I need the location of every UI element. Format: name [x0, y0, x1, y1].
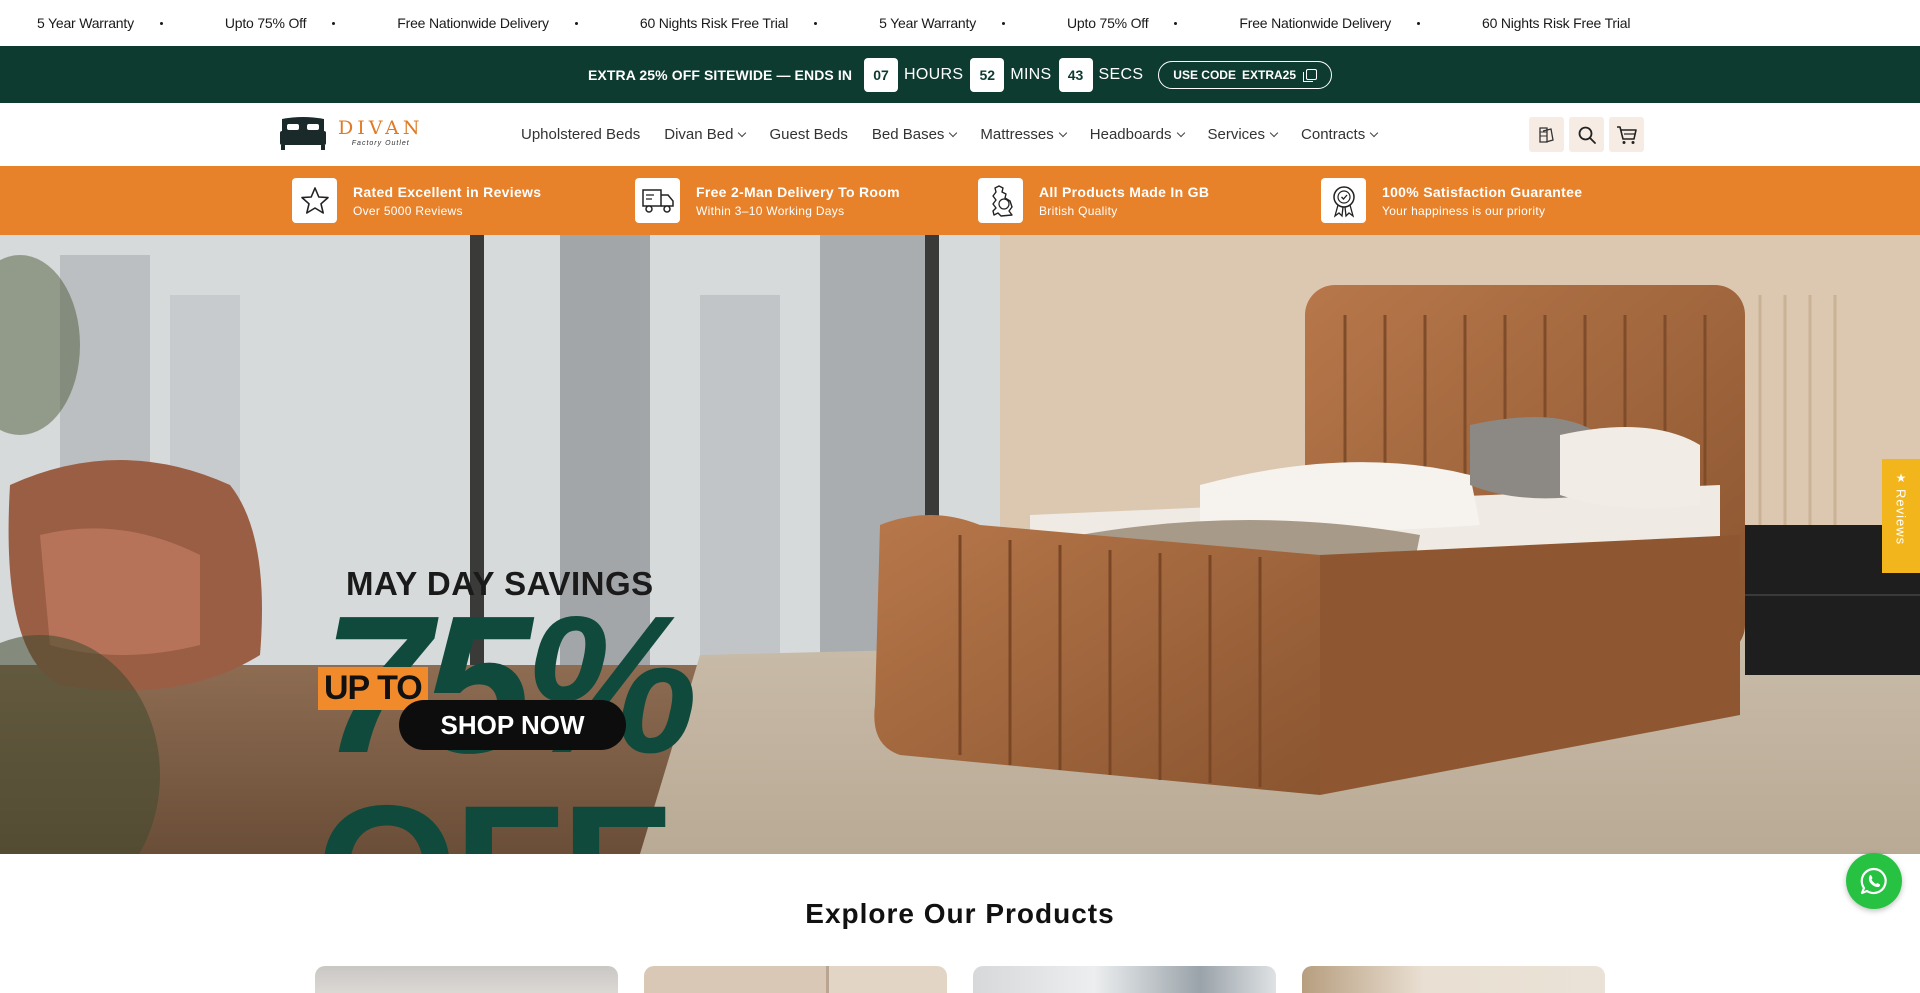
copy-icon: [1303, 69, 1318, 82]
search-button[interactable]: [1569, 117, 1604, 152]
cart-button[interactable]: [1609, 117, 1644, 152]
separator-dot: [1002, 21, 1006, 25]
product-card[interactable]: [1302, 966, 1605, 993]
chevron-down-icon: [738, 128, 747, 137]
usp-title: All Products Made In GB: [1039, 183, 1210, 200]
separator-dot: [814, 21, 818, 25]
marquee-item: Free Nationwide Delivery: [1239, 15, 1482, 31]
usp-item-made-in-gb: All Products Made In GB British Quality: [978, 178, 1321, 223]
usp-title: Rated Excellent in Reviews: [353, 183, 542, 200]
hero-bedroom-image: [0, 235, 1920, 854]
nav-services[interactable]: Services: [1208, 126, 1279, 143]
header-actions: [1529, 117, 1644, 152]
nav-upholstered-beds[interactable]: Upholstered Beds: [521, 126, 640, 143]
product-card[interactable]: [973, 966, 1276, 993]
chevron-down-icon: [1176, 128, 1185, 137]
copy-code-button[interactable]: USE CODE EXTRA25: [1158, 60, 1333, 89]
site-logo[interactable]: DIVAN Factory Outlet: [278, 115, 424, 151]
nav-headboards[interactable]: Headboards: [1090, 126, 1185, 143]
separator-dot: [574, 21, 578, 25]
whatsapp-icon: [1860, 867, 1887, 895]
reviews-tab-label: Reviews: [1893, 489, 1909, 546]
nav-guest-beds[interactable]: Guest Beds: [769, 126, 847, 143]
site-header: DIVAN Factory Outlet Upholstered Beds Di…: [0, 103, 1920, 166]
usp-item-delivery: Free 2-Man Delivery To Room Within 3–10 …: [635, 178, 978, 223]
usp-subtitle: British Quality: [1039, 203, 1118, 218]
nav-mattresses[interactable]: Mattresses: [980, 126, 1068, 143]
cart-icon: [1616, 125, 1637, 144]
product-card[interactable]: [644, 966, 947, 993]
marquee-item: 5 Year Warranty: [879, 15, 1067, 31]
gb-map-icon: [978, 178, 1023, 223]
logo-tagline: Factory Outlet: [351, 140, 410, 147]
usp-subtitle: Over 5000 Reviews: [353, 203, 463, 218]
product-cards: [315, 966, 1605, 993]
nav-divan-bed[interactable]: Divan Bed: [664, 126, 747, 143]
usp-subtitle: Within 3–10 Working Days: [696, 203, 845, 218]
separator-dot: [332, 21, 336, 25]
promo-text: EXTRA 25% OFF SITEWIDE — ENDS IN: [587, 66, 853, 83]
fabric-swatch-button[interactable]: [1529, 117, 1564, 152]
fabric-swatch-icon: [1538, 126, 1554, 143]
guarantee-badge-icon: [1321, 178, 1366, 223]
announcement-marquee: 5 Year Warranty Upto 75% Off Free Nation…: [0, 0, 1920, 46]
star-icon: ★: [1895, 471, 1907, 485]
promo-code: EXTRA25: [1241, 67, 1297, 82]
chevron-down-icon: [1058, 128, 1068, 137]
countdown-mins: 52: [970, 57, 1005, 92]
chevron-down-icon: [1269, 128, 1279, 137]
search-icon: [1578, 126, 1596, 144]
countdown-secs-label: SECS: [1098, 65, 1144, 83]
countdown-secs: 43: [1058, 57, 1093, 92]
usp-bar: Rated Excellent in Reviews Over 5000 Rev…: [0, 166, 1920, 235]
promo-countdown-bar: EXTRA 25% OFF SITEWIDE — ENDS IN 07 HOUR…: [0, 46, 1920, 103]
countdown-mins-label: MINS: [1010, 65, 1052, 83]
usp-item-guarantee: 100% Satisfaction Guarantee Your happine…: [1321, 178, 1664, 223]
marquee-item: 60 Nights Risk Free Trial: [1482, 15, 1631, 31]
separator-dot: [1174, 21, 1178, 25]
code-prefix: USE CODE: [1173, 67, 1236, 82]
chevron-down-icon: [949, 128, 958, 137]
nav-bed-bases[interactable]: Bed Bases: [872, 126, 958, 143]
product-card[interactable]: [315, 966, 618, 993]
marquee-item: Upto 75% Off: [1067, 15, 1239, 31]
separator-dot: [1417, 21, 1420, 25]
star-icon: [292, 178, 337, 223]
bed-logo-icon: [280, 117, 326, 150]
hero-discount-off: OFF: [316, 778, 690, 854]
section-title: Explore Our Products: [805, 898, 1115, 929]
shop-now-button[interactable]: SHOP NOW: [399, 700, 626, 750]
delivery-truck-icon: [635, 178, 680, 223]
marquee-item: Upto 75% Off: [225, 15, 397, 31]
marquee-item: 60 Nights Risk Free Trial: [640, 15, 879, 31]
hero-banner[interactable]: MAY DAY SAVINGS 75% OFF UP TO: [0, 235, 1920, 854]
marquee-item: Free Nationwide Delivery: [397, 15, 640, 31]
countdown-hours-label: HOURS: [904, 65, 964, 83]
countdown-hours: 07: [864, 57, 899, 92]
logo-name: DIVAN: [338, 117, 424, 139]
reviews-side-tab[interactable]: ★ Reviews: [1882, 459, 1920, 573]
separator-dot: [159, 21, 163, 25]
nav-contracts[interactable]: Contracts: [1301, 126, 1379, 143]
usp-title: 100% Satisfaction Guarantee: [1382, 183, 1583, 200]
marquee-item: 5 Year Warranty: [37, 15, 225, 31]
main-nav: Upholstered Beds Divan Bed Guest Beds Be…: [521, 103, 1379, 166]
usp-item-reviews: Rated Excellent in Reviews Over 5000 Rev…: [292, 178, 635, 223]
chevron-down-icon: [1369, 128, 1379, 137]
usp-title: Free 2-Man Delivery To Room: [696, 183, 900, 200]
usp-subtitle: Your happiness is our priority: [1382, 203, 1546, 218]
